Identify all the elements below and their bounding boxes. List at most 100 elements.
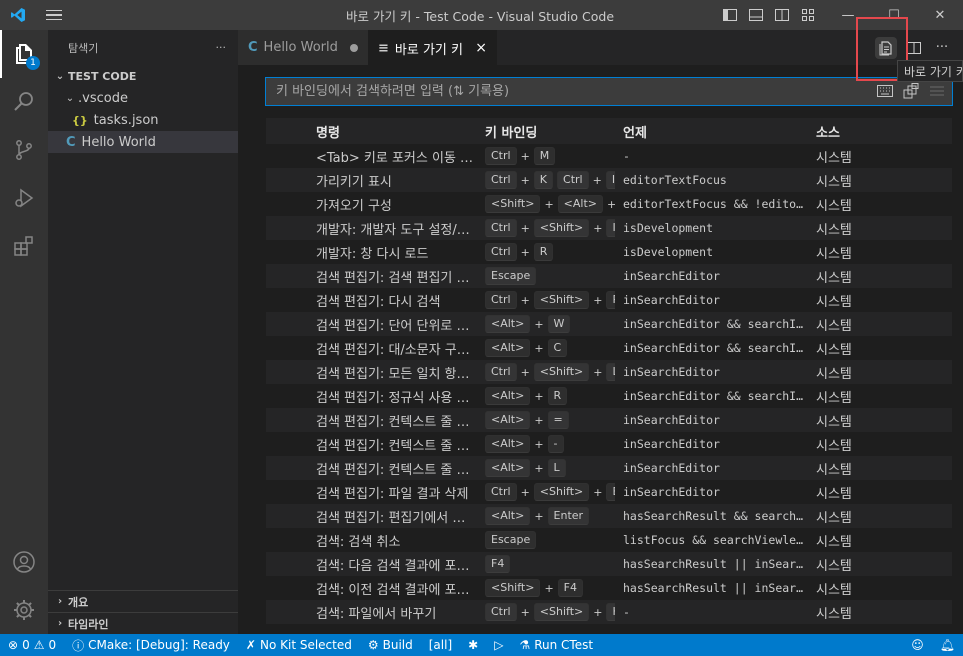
feedback-icon: ☺: [911, 638, 924, 652]
more-editor-actions-icon[interactable]: ···: [931, 37, 953, 59]
table-row[interactable]: 검색 편집기: 다시 검색Ctrl+<Shift>+RinSearchEdito…: [266, 288, 952, 312]
kit-label: No Kit Selected: [259, 638, 352, 652]
debug-button[interactable]: ✱: [460, 634, 486, 656]
account-icon[interactable]: [0, 538, 48, 586]
timeline-section-header[interactable]: › 타임라인: [48, 612, 238, 634]
table-row[interactable]: 검색 편집기: 모든 일치 항목 선택Ctrl+<Shift>+LinSearc…: [266, 360, 952, 384]
application-menu-icon[interactable]: [35, 0, 73, 30]
bug-icon: ✱: [468, 638, 479, 652]
keybinding-cell: F4: [476, 555, 615, 573]
key-label: <Alt>: [485, 507, 531, 525]
customize-layout-icon[interactable]: [800, 7, 816, 23]
key-label: <Alt>: [485, 315, 531, 333]
table-row[interactable]: 가리키기 표시 Ctrl + K Ctrl + IeditorTextFocus 시스템: [266, 168, 952, 192]
table-row[interactable]: 검색 편집기: 컨텍스트 줄 늘이기 <Alt> + = inSearchEditor 시…: [266, 408, 952, 432]
explorer-icon[interactable]: 1: [0, 30, 48, 78]
manage-gear-icon[interactable]: [0, 586, 48, 634]
when-cell: inSearchEditor && searchIn...: [623, 341, 804, 355]
notifications-button[interactable]: 🔔︎: [932, 634, 963, 656]
table-row[interactable]: 가져오기 구성 <Shift>+<Alt>+O editorTextFocus &&…: [266, 192, 952, 216]
source-cell: 시스템: [816, 294, 852, 310]
when-cell: hasSearchResult && searchV...: [623, 509, 804, 523]
sidebar-title: 탐색기: [68, 41, 99, 55]
source-cell: 시스템: [816, 558, 852, 574]
toggle-panel-icon[interactable]: [748, 7, 764, 23]
close-window-button[interactable]: ✕: [917, 0, 963, 30]
table-row[interactable]: 개발자: 창 다시 로드 Ctrl + RisDevelopment 시스템: [266, 240, 952, 264]
key-separator: +: [520, 605, 530, 619]
cmake-status[interactable]: ⓘ CMake: [Debug]: Ready: [64, 634, 238, 656]
file-item-hello-world[interactable]: C Hello World: [48, 131, 238, 153]
source-cell: 시스템: [816, 342, 852, 358]
source-cell: 시스템: [816, 270, 852, 286]
key-label: Escape: [485, 531, 537, 549]
record-keys-icon[interactable]: [876, 82, 894, 100]
table-row[interactable]: 검색 편집기: 단어 단위로 토글 <Alt> + WinSearchEditor &…: [266, 312, 952, 336]
gear-icon: ⚙: [367, 638, 379, 652]
key-label: <Alt>: [557, 195, 603, 213]
column-header[interactable]: 키 바인딩: [476, 122, 615, 141]
source-control-icon[interactable]: [0, 126, 48, 174]
table-row[interactable]: 검색: 다음 검색 결과에 포커스 F4 hasSearchResult || in…: [266, 552, 952, 576]
sort-by-precedence-icon[interactable]: [902, 82, 920, 100]
table-row[interactable]: 검색 편집기: 정규식 사용 토글 <Alt> + RinSearchEditor &…: [266, 384, 952, 408]
key-label: Ctrl: [485, 363, 517, 381]
table-row[interactable]: 검색 편집기: 컨텍스트 줄 토글 <Alt> + LinSearchEditor 시스…: [266, 456, 952, 480]
source-cell: 시스템: [816, 174, 852, 190]
timeline-label: 타임라인: [68, 617, 109, 631]
file-item-tasks-json[interactable]: {} tasks.json: [48, 109, 238, 131]
column-header[interactable]: 소스: [804, 122, 952, 141]
run-ctest-button[interactable]: ⚗ Run CTest: [511, 634, 601, 656]
column-header[interactable]: 언제: [615, 122, 804, 141]
unsaved-dot-icon[interactable]: [350, 43, 358, 52]
keybinding-cell: <Alt> + L: [476, 459, 615, 477]
key-label: Ctrl: [485, 291, 517, 309]
key-label: Ctrl: [485, 243, 517, 261]
when-cell: inSearchEditor: [623, 365, 720, 379]
workspace-section-header[interactable]: ⌄ TEST CODE: [48, 65, 238, 87]
table-row[interactable]: 검색: 이전 검색 결과에 포커스 <Shift> + F4 hasSearchResu…: [266, 576, 952, 600]
close-tab-icon[interactable]: ×: [475, 40, 487, 56]
keybinding-search-input[interactable]: [276, 84, 856, 99]
build-target-button[interactable]: [all]: [421, 634, 460, 656]
table-row[interactable]: 검색 편집기: 편집기에서 결과 열...<Alt>+EnterhasSearc…: [266, 504, 952, 528]
table-row[interactable]: 검색 편집기: 대/소문자 구분 토글<Alt>+CinSearchEditor…: [266, 336, 952, 360]
run-debug-icon[interactable]: [0, 174, 48, 222]
table-row[interactable]: 검색: 검색 취소 Escape listFocus && searchViewle…: [266, 528, 952, 552]
table-row[interactable]: 검색 편집기: 검색 편집기 입력 ... Escape inSearchEdito…: [266, 264, 952, 288]
column-header[interactable]: 명령: [266, 122, 476, 141]
key-separator: +: [534, 389, 544, 403]
kit-status[interactable]: ✗ No Kit Selected: [238, 634, 360, 656]
key-separator: +: [593, 365, 603, 379]
feedback-button[interactable]: ☺: [903, 634, 932, 656]
outline-section-header[interactable]: › 개요: [48, 590, 238, 612]
when-cell: listFocus && searchViewlet...: [623, 533, 804, 547]
key-separator: +: [606, 197, 615, 211]
toggle-secondary-sidebar-icon[interactable]: [774, 7, 790, 23]
problems-status[interactable]: ⊗ 0 ⚠ 0: [0, 634, 64, 656]
folder-item-vscode[interactable]: ⌄ .vscode: [48, 87, 238, 109]
more-actions-icon[interactable]: ···: [216, 41, 227, 54]
run-button[interactable]: ▷: [486, 634, 511, 656]
source-cell: 시스템: [816, 462, 852, 478]
key-label: W: [547, 315, 571, 333]
keybinding-cell: <Alt> + W: [476, 315, 615, 333]
search-icon[interactable]: [0, 78, 48, 126]
key-label: <Shift>: [533, 603, 590, 621]
table-row[interactable]: <Tab> 키로 포커스 이동 설정/해...Ctrl+M-시스템: [266, 144, 952, 168]
table-row[interactable]: 검색: 파일에서 바꾸기Ctrl+<Shift>+H-시스템: [266, 600, 952, 624]
tab-keyboard-shortcuts[interactable]: ≡ 바로 가기 키 ×: [368, 30, 497, 65]
tab-hello-world[interactable]: C Hello World: [238, 30, 368, 65]
table-row[interactable]: 검색 편집기: 파일 결과 삭제Ctrl+<Shift>+Backspacein…: [266, 480, 952, 504]
build-label: Build: [382, 638, 413, 652]
key-separator: +: [520, 293, 530, 307]
toggle-primary-sidebar-icon[interactable]: [722, 7, 738, 23]
table-row[interactable]: 검색 편집기: 컨텍스트 줄 줄이기 <Alt> + - inSearchEditor 시…: [266, 432, 952, 456]
build-button[interactable]: ⚙ Build: [360, 634, 421, 656]
flask-icon: ⚗: [519, 638, 531, 652]
table-row[interactable]: 개발자: 개발자 도구 설정/해제 Ctrl + <Shift> + IisDevelop…: [266, 216, 952, 240]
clear-search-icon[interactable]: [928, 82, 946, 100]
extensions-icon[interactable]: [0, 222, 48, 270]
c-file-icon: C: [66, 134, 76, 150]
chevron-right-icon: ›: [57, 596, 63, 607]
